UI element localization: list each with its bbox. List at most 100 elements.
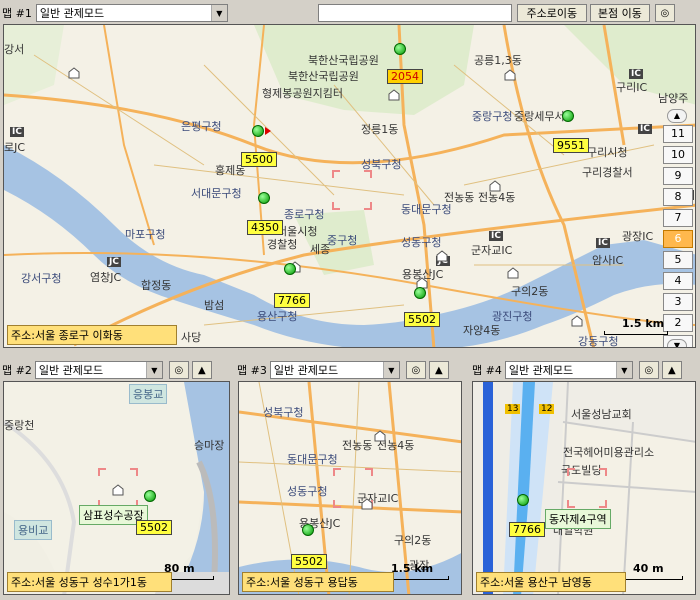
map-label: 종로구청 [284,208,325,221]
zoom-level[interactable]: 5 [663,251,693,269]
zoom-level[interactable]: 8 [663,188,693,206]
map-label: 구리시청 [587,146,628,159]
vehicle-marker-icon[interactable] [258,192,270,204]
vehicle-marker-icon[interactable] [252,125,264,137]
vehicle-id-label[interactable]: 7766 [274,293,310,308]
map3-mode-select[interactable]: 일반 관제모드 ▼ [269,361,400,379]
map2-canvas[interactable]: 응봉교 중랑천 승마장 용비교 삼표성수공장 5502 80 m 주소:서울 성… [3,381,230,595]
vehicle-id-label[interactable]: 5502 [404,312,440,327]
vehicle-marker-icon[interactable] [394,43,406,55]
chevron-down-icon[interactable]: ▼ [210,5,227,21]
map4-toolbar: 맵 #4 일반 관제모드 ▼ ◎ ▲ [472,359,698,381]
zoom-level-list: 11 10 9 8 7 6 5 4 3 2 1 [663,125,693,347]
map4-label: 맵 #4 [472,364,502,377]
vehicle-id-label[interactable]: 4350 [247,220,283,235]
map-label: 로JC [4,141,26,154]
building-icon [361,498,373,510]
map-label: 구의2동 [511,285,549,298]
address-label: 주소:서울 종로구 이화동 [7,325,177,345]
zoom-in-button[interactable]: ▲ [667,109,687,123]
map-label: 합정동 [141,279,172,292]
map-label: 마포구청 [125,228,166,241]
vehicle-marker-icon[interactable] [302,524,314,536]
building-icon [112,484,124,496]
branch-move-button[interactable]: 본점 이동 [589,4,650,22]
zoom-level[interactable]: 4 [663,272,693,290]
map1-mode-value: 일반 관제모드 [39,7,105,20]
map-label: 강서구청 [21,272,62,285]
map-label: 구리경찰서 [582,166,633,179]
zoom-level[interactable]: 10 [663,146,693,164]
zoom-level[interactable]: 9 [663,167,693,185]
vehicle-id-label[interactable]: 5500 [241,152,277,167]
map-label: 전농동 [342,439,373,452]
map-label: 용산구청 [257,310,298,323]
map4-mode-select[interactable]: 일반 관제모드 ▼ [504,361,633,379]
chevron-down-icon[interactable]: ▼ [382,362,399,378]
target-icon[interactable]: ◎ [638,361,659,379]
map-scale-bar [604,331,668,335]
address-search-input[interactable] [317,4,512,22]
map2-mode-select[interactable]: 일반 관제모드 ▼ [34,361,163,379]
target-icon[interactable]: ◎ [168,361,189,379]
map-label: 염창JC [90,271,122,284]
vehicle-id-label[interactable]: 5502 [291,554,327,569]
map4-canvas[interactable]: 13 12 서울성남교회 전국헤어미용관리소 국도빌딩 대일학원 동자제4구역 … [472,381,696,595]
map3-label: 맵 #3 [237,364,267,377]
map-scale-label: 40 m [633,562,664,575]
map-scale-bar [623,576,683,580]
map2-label: 맵 #2 [2,364,32,377]
map-label: 중랑천 [4,419,35,432]
map1-canvas[interactable]: 북한산국립공원 북한산국립공원 형제봉공원지킴터 공릉1,3동 구리IC 남양주… [3,24,696,348]
vehicle-marker-icon[interactable] [284,263,296,275]
address-label: 주소:서울 성동구 성수1가1동 [7,572,172,592]
poi-label: 동자제4구역 [545,509,611,529]
expand-up-icon[interactable]: ▲ [191,361,212,379]
vehicle-id-label[interactable]: 5502 [136,520,172,535]
vehicle-marker-icon[interactable] [414,287,426,299]
map-label: 전농동 [444,191,475,204]
map-label: 성동구청 [401,236,442,249]
address-move-button[interactable]: 주소로이동 [516,4,587,22]
vehicle-marker-icon[interactable] [562,110,574,122]
zoom-level[interactable]: 3 [663,293,693,311]
route-number-badge: 13 [505,404,521,414]
chevron-down-icon[interactable]: ▼ [615,362,632,378]
main-toolbar: 맵 #1 일반 관제모드 ▼ 주소로이동 본점 이동 ◎ [2,2,698,24]
vehicle-id-label[interactable]: 9551 [553,138,589,153]
address-label: 주소:서울 성동구 용답동 [242,572,394,592]
expand-up-icon[interactable]: ▲ [661,361,682,379]
vehicle-id-label[interactable]: 7766 [509,522,545,537]
map3-mode-value: 일반 관제모드 [273,364,339,377]
target-icon[interactable]: ◎ [405,361,426,379]
zoom-level[interactable]: 7 [663,209,693,227]
vehicle-marker-icon[interactable] [517,494,529,506]
map-label: 강동구청 [578,335,619,348]
map-label: 밤섬 [204,299,225,312]
map3-canvas[interactable]: 성북구청 전농동 전농4동 동대문구청 성동구청 군자교IC 용봉산JC 구의2… [238,381,462,595]
map1-mode-select[interactable]: 일반 관제모드 ▼ [35,4,228,22]
settings-target-icon[interactable]: ◎ [654,4,675,22]
zoom-level-selected[interactable]: 6 [663,230,693,248]
building-icon [374,430,386,442]
map-label: 서대문구청 [191,187,242,200]
river-label: 응봉교 [129,384,168,404]
zoom-out-button[interactable]: ▼ [667,339,687,347]
ic-icon: JC [107,257,121,267]
vehicle-marker-icon[interactable] [144,490,156,502]
map-center-reticle [567,468,607,508]
zoom-level[interactable]: 11 [663,125,693,143]
zoom-level[interactable]: 2 [663,314,693,332]
map2-toolbar: 맵 #2 일반 관제모드 ▼ ◎ ▲ [2,359,234,381]
map-center-reticle [332,170,372,210]
map-label: 정릉1동 [361,123,399,136]
chevron-down-icon[interactable]: ▼ [145,362,162,378]
map-label: 서울성남교회 [571,408,632,421]
map-label: 형제봉공원지킴터 [262,87,343,100]
vehicle-id-label[interactable]: 2054 [387,69,423,84]
map4-mode-value: 일반 관제모드 [508,364,574,377]
map-label: 경찰청 [267,238,298,251]
route-number-badge: 12 [539,404,555,414]
map-label: 북한산국립공원 [288,70,359,83]
expand-up-icon[interactable]: ▲ [428,361,449,379]
